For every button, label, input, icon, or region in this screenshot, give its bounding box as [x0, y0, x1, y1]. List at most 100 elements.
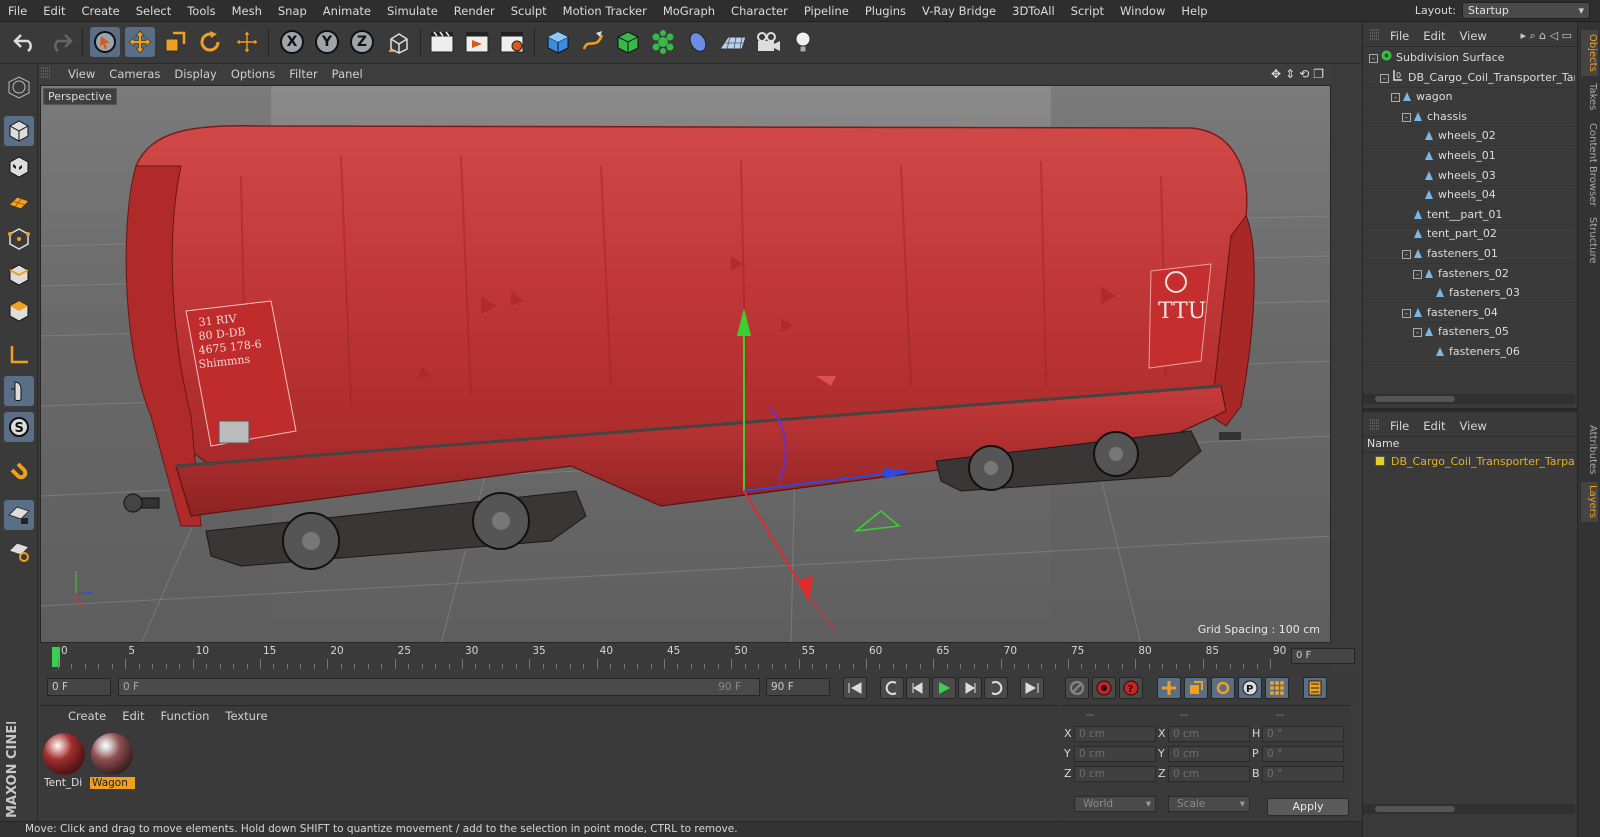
next-frame-icon[interactable] [958, 677, 982, 699]
viewport-menu-view[interactable]: View [61, 67, 102, 81]
menu-mesh[interactable]: Mesh [224, 4, 270, 18]
viewport-camera-label[interactable]: Perspective [43, 88, 117, 105]
tab-content-browser[interactable]: Content Browser [1581, 120, 1598, 210]
coord-value-field[interactable]: 0 cm [1168, 766, 1250, 782]
object-tree-item[interactable]: fasteners_03 [1363, 283, 1575, 304]
layer-row[interactable]: DB_Cargo_Coil_Transporter_Tarpa [1363, 453, 1578, 471]
viewport-grip-icon[interactable] [39, 66, 61, 83]
polygons-mode-icon[interactable] [4, 296, 34, 326]
make-editable-icon[interactable] [4, 72, 34, 102]
timeline-window-icon[interactable] [1303, 677, 1327, 699]
rotate-view-icon[interactable]: ⟲ [1299, 67, 1309, 81]
record-disabled-icon[interactable] [1065, 677, 1089, 699]
layer-menu-view[interactable]: View [1453, 419, 1494, 433]
zoom-view-icon[interactable]: ⇕ [1285, 67, 1295, 81]
layer-hscrollbar[interactable] [1363, 804, 1575, 814]
material-menu-texture[interactable]: Texture [217, 709, 275, 723]
model-mode-icon[interactable] [4, 116, 34, 146]
magnet-icon[interactable] [4, 456, 34, 486]
object-manager-tools-icon[interactable]: ▸ ⌕ ⌂ ◁ ▭ [1520, 29, 1572, 43]
object-tree-item[interactable]: - wagon [1363, 87, 1575, 108]
locked-workplane-icon[interactable] [4, 500, 34, 530]
spline-pen-icon[interactable] [578, 27, 608, 57]
frame-range-slider[interactable]: 0 F 90 F [118, 678, 760, 696]
viewport-menu-display[interactable]: Display [167, 67, 223, 81]
key-position-icon[interactable] [1157, 677, 1181, 699]
menu-snap[interactable]: Snap [270, 4, 315, 18]
material-preview-icon[interactable] [43, 733, 85, 775]
menu-select[interactable]: Select [128, 4, 179, 18]
transform-tool-icon[interactable] [232, 27, 262, 57]
deformer-icon[interactable] [683, 27, 713, 57]
object-tree-item[interactable]: - fasteners_04 [1363, 303, 1575, 323]
render-picture-viewer-icon[interactable] [463, 27, 493, 57]
viewport-menu-panel[interactable]: Panel [325, 67, 370, 81]
material-menu-function[interactable]: Function [153, 709, 218, 723]
object-tree-item[interactable]: tent_part_02 [1363, 224, 1575, 245]
menu-file[interactable]: File [0, 4, 35, 18]
light-icon[interactable] [788, 27, 818, 57]
layout-dropdown[interactable]: Startup [1462, 2, 1590, 19]
menu-3dtoall[interactable]: 3DToAll [1004, 4, 1063, 18]
coord-mode-dropdown[interactable]: World [1074, 796, 1156, 812]
autokey-icon[interactable]: ? [1119, 677, 1143, 699]
menu-tools[interactable]: Tools [179, 4, 223, 18]
object-tree-item[interactable]: - fasteners_02 [1363, 264, 1575, 284]
rotate-tool-icon[interactable] [195, 27, 225, 57]
menu-help[interactable]: Help [1173, 4, 1215, 18]
object-menu-file[interactable]: File [1383, 29, 1416, 43]
menu-edit[interactable]: Edit [35, 4, 73, 18]
menu-create[interactable]: Create [74, 4, 128, 18]
undo-icon[interactable] [10, 27, 40, 57]
object-tree-item[interactable]: tent__part_01 [1363, 205, 1575, 225]
material-swatch[interactable]: Wagon [90, 730, 135, 792]
expand-toggle-icon[interactable]: - [1413, 269, 1422, 279]
menu-character[interactable]: Character [723, 4, 796, 18]
expand-toggle-icon[interactable]: - [1402, 308, 1411, 318]
camera-icon[interactable] [753, 27, 783, 57]
key-scale-icon[interactable] [1184, 677, 1208, 699]
3d-viewport[interactable]: 31 RIV 80 D-DB 4675 178-6 Shimmns TTU Pe… [40, 85, 1331, 643]
menu-window[interactable]: Window [1112, 4, 1173, 18]
coord-scale-dropdown[interactable]: Scale [1168, 796, 1250, 812]
menu-pipeline[interactable]: Pipeline [796, 4, 857, 18]
record-keys-icon[interactable] [1092, 677, 1116, 699]
tab-attributes[interactable]: Attributes [1581, 422, 1598, 478]
floor-icon[interactable] [718, 27, 748, 57]
material-preview-icon[interactable] [91, 733, 133, 775]
object-menu-edit[interactable]: Edit [1416, 29, 1452, 43]
menu-mograph[interactable]: MoGraph [655, 4, 723, 18]
previous-keyframe-icon[interactable] [880, 677, 904, 699]
live-selection-icon[interactable] [90, 27, 120, 57]
points-mode-icon[interactable] [4, 224, 34, 254]
layer-menu-file[interactable]: File [1383, 419, 1416, 433]
object-tree-hscrollbar[interactable] [1363, 394, 1575, 404]
planar-workplane-icon[interactable] [4, 536, 34, 566]
apply-button[interactable]: Apply [1267, 798, 1349, 816]
go-to-end-icon[interactable] [1020, 677, 1044, 699]
menu-render[interactable]: Render [446, 4, 503, 18]
key-pla-icon[interactable] [1265, 677, 1289, 699]
z-axis-lock-icon[interactable]: Z [347, 27, 377, 57]
edges-mode-icon[interactable] [4, 260, 34, 290]
render-view-icon[interactable] [428, 27, 458, 57]
menu-plugins[interactable]: Plugins [857, 4, 914, 18]
expand-toggle-icon[interactable]: - [1402, 250, 1411, 259]
menu-animate[interactable]: Animate [315, 4, 379, 18]
coord-value-field[interactable]: 0 cm [1168, 746, 1250, 762]
tab-structure[interactable]: Structure [1581, 214, 1598, 266]
tweak-mode-icon[interactable] [4, 376, 34, 406]
tab-takes[interactable]: Takes [1581, 80, 1598, 114]
object-tree-item[interactable]: - Subdivision Surface [1363, 48, 1575, 68]
object-tree-item[interactable]: wheels_01 [1363, 146, 1575, 166]
coord-value-field[interactable]: 0 cm [1074, 726, 1156, 742]
object-tree-item[interactable]: wheels_04 [1363, 185, 1575, 206]
cloner-icon[interactable] [648, 27, 678, 57]
redo-icon[interactable] [46, 27, 76, 57]
key-rotation-icon[interactable] [1211, 677, 1235, 699]
start-frame-field[interactable]: 0 F [47, 678, 111, 696]
previous-frame-icon[interactable] [906, 677, 930, 699]
menu-sculpt[interactable]: Sculpt [503, 4, 555, 18]
coord-value-field[interactable]: 0 cm [1168, 726, 1250, 742]
object-tree-item[interactable]: wheels_03 [1363, 166, 1575, 186]
